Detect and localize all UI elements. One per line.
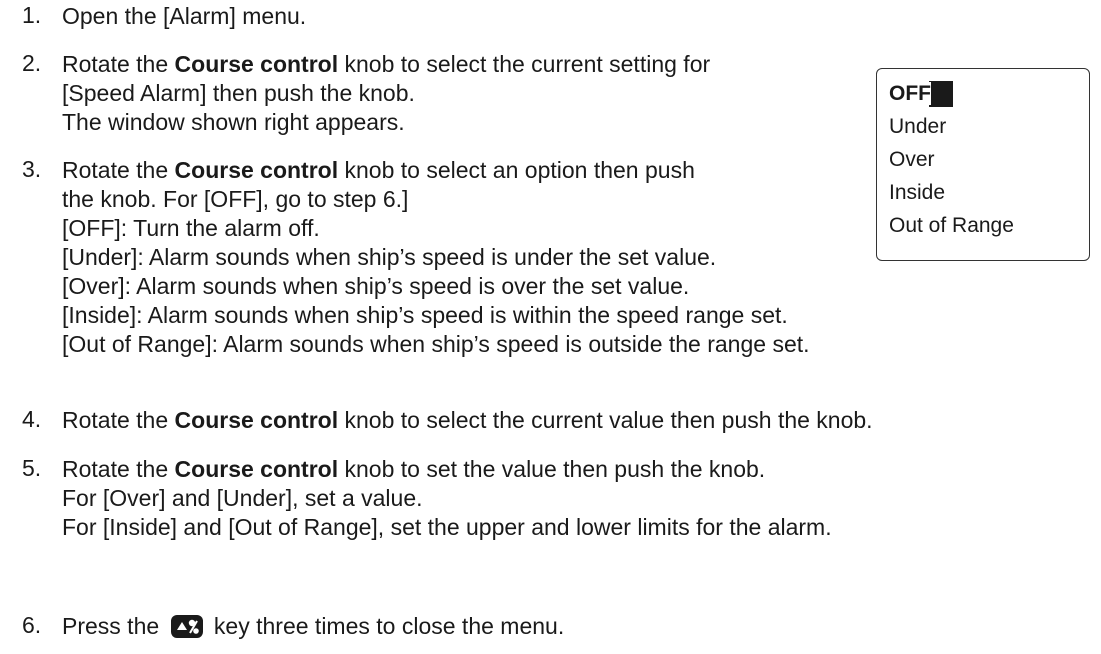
step-number: 1. xyxy=(22,2,42,28)
step-number: 5. xyxy=(22,455,42,481)
step-text: For [Over] and [Under], set a value. xyxy=(62,485,423,511)
step-text: Rotate the Course control knob to set th… xyxy=(62,456,766,482)
control-name: Course control xyxy=(174,456,339,482)
option-description: [Inside]: Alarm sounds when ship’s speed… xyxy=(62,302,788,328)
control-name: Course control xyxy=(174,51,339,77)
option-description: [Under]: Alarm sounds when ship’s speed … xyxy=(62,244,717,270)
option-inside[interactable]: Inside xyxy=(889,180,945,206)
step-text: The window shown right appears. xyxy=(62,109,405,135)
step-text: Open the [Alarm] menu. xyxy=(62,3,307,29)
step-text: For [Inside] and [Out of Range], set the… xyxy=(62,514,832,540)
step-text: Press the key three times to close the m… xyxy=(62,613,565,639)
option-out-of-range[interactable]: Out of Range xyxy=(889,213,1014,239)
step-number: 4. xyxy=(22,406,42,432)
option-under[interactable]: Under xyxy=(889,114,946,140)
menu-esc-key-icon xyxy=(170,614,204,639)
option-description: [OFF]: Turn the alarm off. xyxy=(62,215,320,241)
step-text: [Speed Alarm] then push the knob. xyxy=(62,80,415,106)
option-description: [Out of Range]: Alarm sounds when ship’s… xyxy=(62,331,810,357)
step-text: the knob. For [OFF], go to step 6.] xyxy=(62,186,409,212)
step-number: 3. xyxy=(22,156,42,182)
step-number: 2. xyxy=(22,50,42,76)
step-text: Rotate the Course control knob to select… xyxy=(62,407,873,433)
option-off-selected[interactable]: OFF xyxy=(887,81,953,107)
option-description: [Over]: Alarm sounds when ship’s speed i… xyxy=(62,273,690,299)
step-text: Rotate the Course control knob to select… xyxy=(62,51,711,77)
control-name: Course control xyxy=(174,157,339,183)
step-number: 6. xyxy=(22,612,42,638)
option-over[interactable]: Over xyxy=(889,147,935,173)
control-name: Course control xyxy=(174,407,339,433)
step-text: Rotate the Course control knob to select… xyxy=(62,157,695,183)
speed-alarm-option-window: OFF Under Over Inside Out of Range xyxy=(876,68,1090,261)
